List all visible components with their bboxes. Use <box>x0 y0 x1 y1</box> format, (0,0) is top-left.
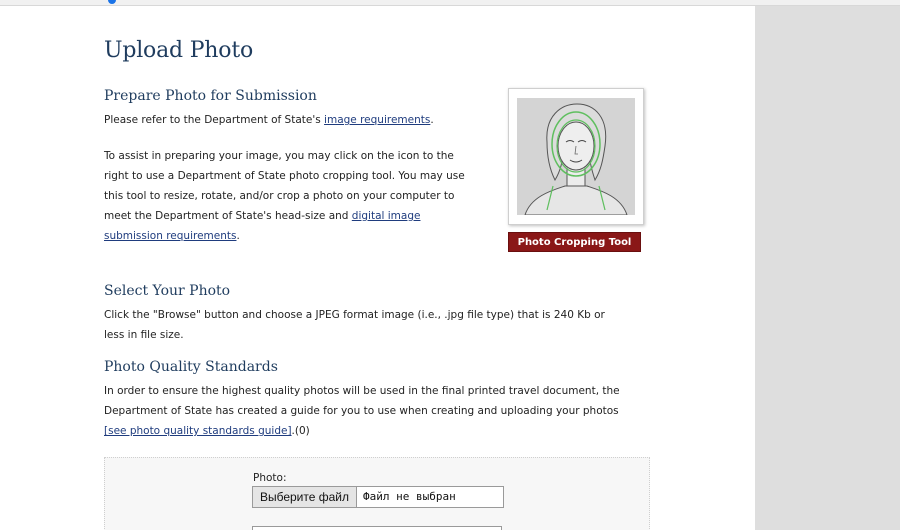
digital-requirements-link-part2[interactable]: submission requirements <box>104 230 236 242</box>
prepare-instructions: To assist in preparing your image, you m… <box>104 146 504 246</box>
photo-cropping-tool-thumbnail[interactable] <box>508 88 644 225</box>
quality-line: Department of State has created a guide … <box>104 405 619 417</box>
refer-suffix: . <box>430 114 434 126</box>
prepare-refer-text: Please refer to the Department of State'… <box>104 110 504 130</box>
quality-heading: Photo Quality Standards <box>104 359 278 375</box>
photo-label: Photo: <box>253 472 287 484</box>
photo-quality-guide-link[interactable]: [see photo quality standards guide] <box>104 425 292 437</box>
instructions-line: this tool to resize, rotate, and/or crop… <box>104 190 455 202</box>
secondary-field[interactable] <box>252 526 502 530</box>
select-heading: Select Your Photo <box>104 283 231 299</box>
instructions-line: To assist in preparing your image, you m… <box>104 150 454 162</box>
quality-line: In order to ensure the highest quality p… <box>104 385 620 397</box>
instructions-line: submission requirements. <box>104 226 504 246</box>
quality-suffix: .(0) <box>291 425 310 437</box>
choose-file-button[interactable]: Выберите файл <box>253 487 357 507</box>
file-status-text: Файл не выбран <box>363 490 456 503</box>
quality-instructions: In order to ensure the highest quality p… <box>104 381 674 441</box>
face-outline-icon <box>517 98 635 216</box>
page-title: Upload Photo <box>104 38 254 63</box>
right-side-panel <box>755 6 900 530</box>
digital-requirements-link-part1[interactable]: digital image <box>352 210 421 222</box>
browser-icon <box>108 0 116 4</box>
instructions-line: meet the Department of State's head-size… <box>104 206 504 226</box>
select-instructions: Click the "Browse" button and choose a J… <box>104 305 664 345</box>
photo-cropping-tool-button[interactable]: Photo Cropping Tool <box>508 232 641 252</box>
select-line: less in file size. <box>104 329 184 341</box>
photo-file-input[interactable]: Выберите файл Файл не выбран <box>252 486 504 508</box>
refer-prefix: Please refer to the Department of State'… <box>104 114 325 126</box>
instructions-suffix: . <box>236 230 240 242</box>
instructions-line-text: meet the Department of State's head-size… <box>104 210 352 222</box>
prepare-heading: Prepare Photo for Submission <box>104 88 317 104</box>
image-requirements-link[interactable]: image requirements <box>324 114 430 126</box>
select-line: Click the "Browse" button and choose a J… <box>104 309 605 321</box>
instructions-line: right to use a Department of State photo… <box>104 170 465 182</box>
quality-line: [see photo quality standards guide].(0) <box>104 421 674 441</box>
